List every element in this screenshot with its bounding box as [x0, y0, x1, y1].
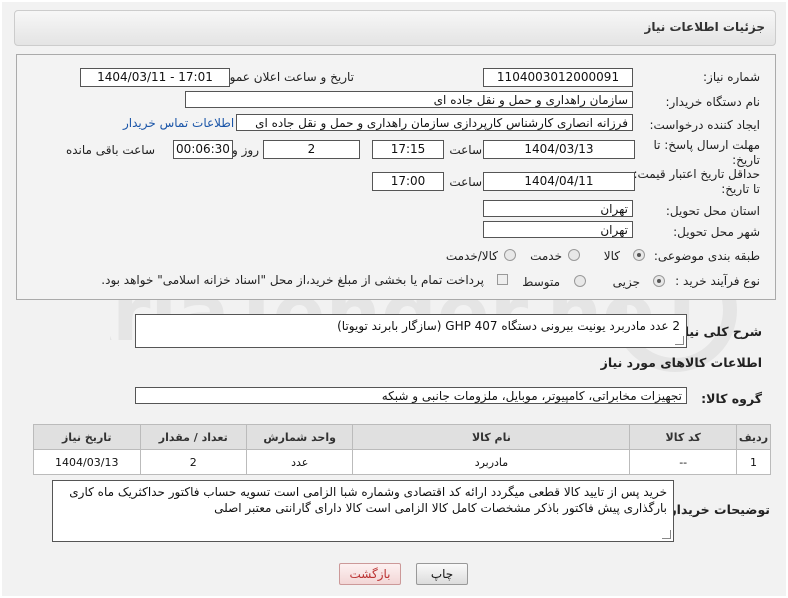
announce-label: تاریخ و ساعت اعلان عمومی:: [209, 70, 354, 84]
category-goods-label: کالا: [603, 249, 620, 263]
contact-buyer-link[interactable]: اطلاعات تماس خریدار: [123, 116, 234, 130]
deadline-time-label: ساعت: [449, 143, 482, 157]
col-row-header: ردیف: [735, 424, 772, 450]
validity-label: حداقل تاریخ اعتبار قیمت: تا تاریخ:: [633, 167, 760, 196]
summary-textarea: 2 عدد مادربرد یونیت بیرونی دستگاه GHP 40…: [135, 314, 687, 348]
resize-handle: [675, 336, 684, 345]
category-service-label: خدمت: [530, 249, 562, 263]
need-number-field: 1104003012000091: [483, 68, 633, 87]
creator-label: ایجاد کننده درخواست:: [649, 118, 760, 132]
process-medium-radio[interactable]: [574, 275, 586, 287]
remaining-label: ساعت باقی مانده: [65, 143, 155, 157]
cell-name: مادربرد: [352, 449, 631, 475]
summary-text: 2 عدد مادربرد یونیت بیرونی دستگاه GHP 40…: [337, 319, 680, 333]
resize-handle: [662, 530, 671, 539]
page-header: جزئیات اطلاعات نیاز: [14, 10, 776, 46]
page-title: جزئیات اطلاعات نیاز: [644, 20, 765, 34]
days-label: روز و: [232, 143, 259, 157]
need-number-label: شماره نیاز:: [703, 70, 760, 84]
table-row: 1 -- مادربرد عدد 2 1404/03/13: [33, 449, 772, 475]
deadline-date-field: 1404/03/13: [483, 140, 635, 159]
remaining-time-field: 00:06:30: [173, 140, 233, 159]
treasury-payment-checkbox[interactable]: [497, 274, 508, 285]
city-field: تهران: [483, 221, 633, 238]
buyer-notes-text: خرید پس از تایید کالا قطعی میگردد ارائه …: [69, 485, 667, 515]
buyer-notes-label: توضیحات خریدار:: [664, 502, 770, 517]
cell-qty: 2: [139, 449, 247, 475]
process-label: نوع فرآیند خرید :: [675, 274, 760, 288]
buyer-org-label: نام دستگاه خریدار:: [665, 95, 761, 109]
validity-date-field: 1404/04/11: [483, 172, 635, 191]
category-label: طبقه بندی موضوعی:: [653, 249, 760, 263]
days-field: 2: [263, 140, 360, 159]
validity-time-label: ساعت: [449, 175, 482, 189]
province-field: تهران: [483, 200, 633, 217]
category-service-radio[interactable]: [568, 249, 580, 261]
col-qty-header: تعداد / مقدار: [139, 424, 247, 450]
validity-time-field: 17:00: [372, 172, 444, 191]
category-both-radio[interactable]: [504, 249, 516, 261]
creator-field: فرزانه انصاری کارشناس کارپردازی سازمان ر…: [236, 114, 633, 131]
buyer-notes-textarea: خرید پس از تایید کالا قطعی میگردد ارائه …: [52, 480, 674, 542]
process-minor-label: جزیی: [612, 275, 640, 289]
treasury-payment-note: پرداخت تمام یا بخشی از مبلغ خرید،از محل …: [101, 273, 484, 287]
category-goods-radio[interactable]: [633, 249, 645, 261]
col-date-header: تاریخ نیاز: [33, 424, 141, 450]
city-label: شهر محل تحویل:: [673, 225, 760, 239]
col-unit-header: واحد شمارش: [245, 424, 354, 450]
print-button[interactable]: چاپ: [416, 563, 468, 585]
col-code-header: کد کالا: [629, 424, 737, 450]
category-both-label: کالا/خدمت: [445, 249, 498, 263]
process-minor-radio[interactable]: [653, 275, 665, 287]
cell-date: 1404/03/13: [33, 449, 141, 475]
cell-unit: عدد: [245, 449, 354, 475]
deadline-time-field: 17:15: [372, 140, 444, 159]
col-name-header: نام کالا: [352, 424, 631, 450]
goods-table: ردیف کد کالا نام کالا واحد شمارش تعداد /…: [33, 424, 772, 475]
goods-group-field: تجهیزات مخابراتی، کامپیوتر، موبایل، ملزو…: [135, 387, 687, 404]
cell-code: --: [629, 449, 737, 475]
goods-group-label: گروه کالا:: [701, 391, 762, 406]
province-label: استان محل تحویل:: [665, 204, 760, 218]
buyer-org-field: سازمان راهداری و حمل و نقل جاده ای: [185, 91, 633, 108]
cell-row: 1: [735, 449, 772, 475]
process-medium-label: متوسط: [522, 275, 560, 289]
deadline-label: مهلت ارسال پاسخ: تا تاریخ:: [653, 138, 760, 167]
goods-section-title: اطلاعات کالاهای مورد نیاز: [600, 355, 762, 370]
announce-field: 1404/03/11 - 17:01: [80, 68, 230, 87]
goods-table-header: ردیف کد کالا نام کالا واحد شمارش تعداد /…: [33, 424, 772, 450]
back-button[interactable]: بازگشت: [339, 563, 401, 585]
